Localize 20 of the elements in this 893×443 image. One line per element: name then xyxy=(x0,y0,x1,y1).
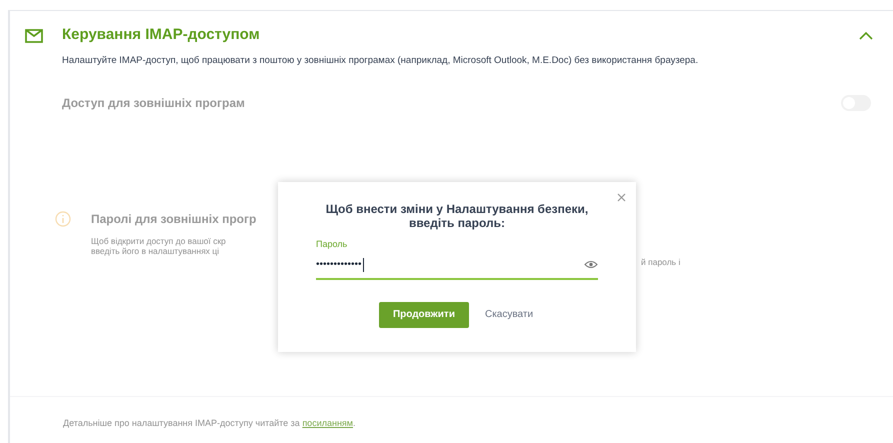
passwords-description-fragment: введіть його в налаштуваннях ці xyxy=(91,246,220,256)
password-field[interactable]: Пароль ••••••••••••• xyxy=(316,238,598,280)
details-link[interactable]: посиланням xyxy=(302,418,353,428)
info-icon xyxy=(55,211,71,228)
continue-button[interactable]: Продовжити xyxy=(378,302,469,328)
passwords-title: Паролі для зовнішніх прогр xyxy=(91,211,256,228)
envelope-icon xyxy=(24,26,44,44)
section-title: Керування IMAP-доступом xyxy=(62,25,261,45)
password-value: ••••••••••••• xyxy=(316,258,362,272)
section-description: Налаштуйте IMAP-доступ, щоб працювати з поштою у зовнішніх програмах (наприклад, Microsoft Outlook, M.E.Doc) без використання браузера. xyxy=(62,54,700,68)
access-label: Доступ для зовнішніх програм xyxy=(62,95,245,112)
eye-icon[interactable] xyxy=(584,260,598,269)
cancel-button[interactable]: Скасувати xyxy=(482,302,536,328)
passwords-description-fragment: й пароль і xyxy=(641,256,680,269)
chevron-up-icon[interactable] xyxy=(859,31,873,41)
passwords-description-fragment: Щоб відкрити доступ до вашої скр xyxy=(91,236,227,246)
dialog-title: Щоб внести зміни у Налаштування безпеки, введіть пароль: xyxy=(324,202,590,230)
close-icon[interactable] xyxy=(617,193,626,202)
field-label: Пароль xyxy=(316,238,348,251)
footer-text: Детальніше про налаштування IMAP-доступу читайте за посиланням. xyxy=(63,417,356,430)
